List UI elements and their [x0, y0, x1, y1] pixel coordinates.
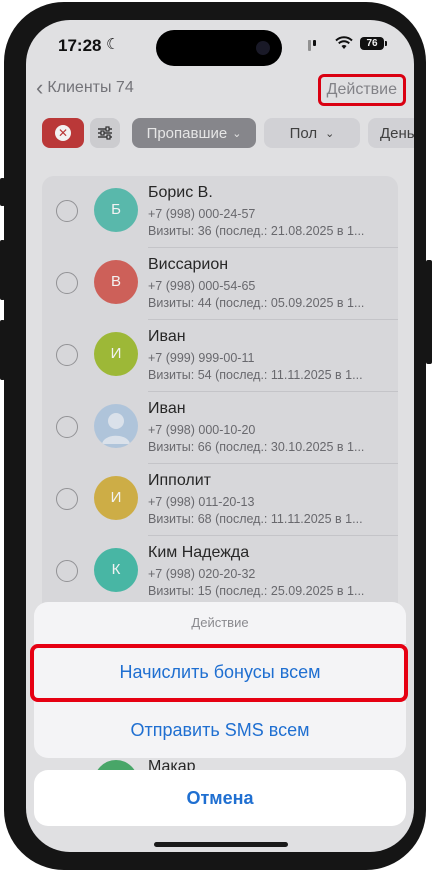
action-sheet-title: Действие — [34, 602, 406, 645]
side-button — [0, 178, 5, 206]
send-sms-button[interactable]: Отправить SMS всем — [34, 702, 406, 758]
power-button — [426, 260, 432, 364]
home-indicator — [154, 842, 288, 847]
screen: 17:28 ☾ 76 ‹ Клиенты 74 Действие ✕ Пропа… — [26, 20, 414, 852]
volume-down-button — [0, 320, 5, 380]
cancel-button[interactable]: Отмена — [34, 770, 406, 826]
volume-up-button — [0, 240, 5, 300]
highlight-box — [30, 644, 408, 702]
phone-frame: 17:28 ☾ 76 ‹ Клиенты 74 Действие ✕ Пропа… — [4, 2, 426, 870]
